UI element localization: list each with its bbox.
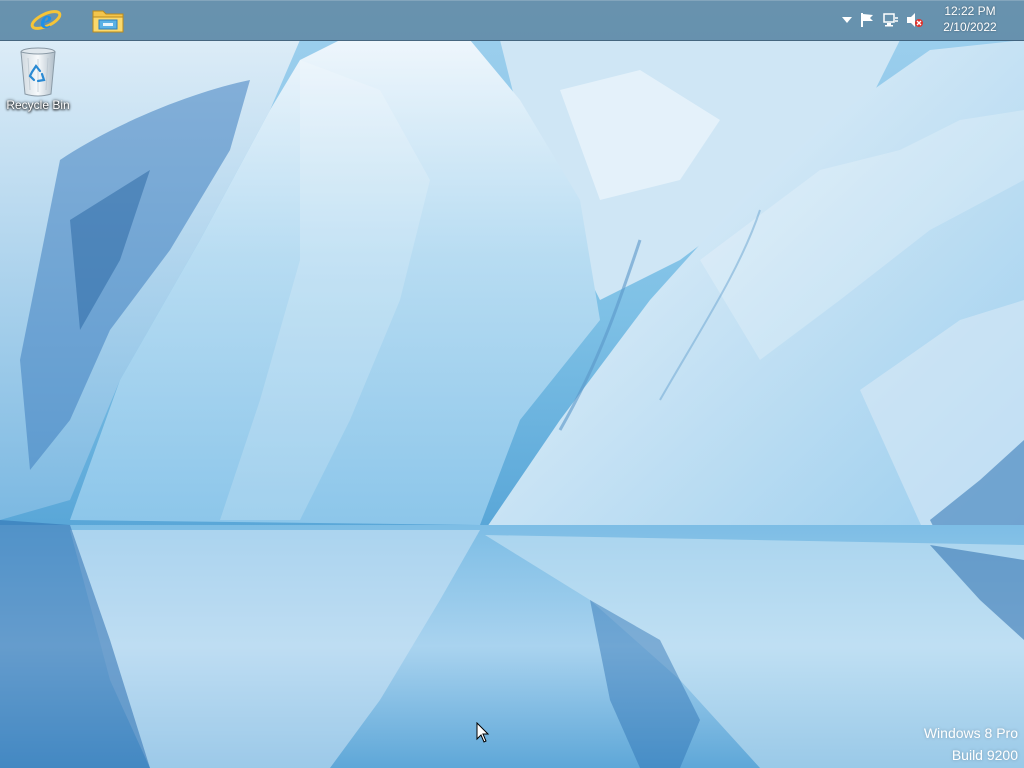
glacier-illustration (0, 40, 1024, 768)
windows-edition-watermark: Windows 8 Pro Build 9200 (924, 722, 1018, 766)
clock-date: 2/10/2022 (943, 20, 997, 34)
internet-explorer-button[interactable]: e (20, 0, 72, 40)
watermark-edition: Windows 8 Pro (923, 725, 1018, 741)
clock-time: 12:22 PM (944, 4, 996, 18)
show-hidden-icons-arrow-icon[interactable] (838, 11, 856, 29)
action-center-flag-icon[interactable] (858, 11, 876, 29)
watermark-build: Build 9200 (951, 747, 1018, 763)
desktop-wallpaper (0, 0, 1024, 768)
system-clock[interactable]: 12:22 PM 2/10/2022 (934, 3, 1006, 37)
volume-muted-icon[interactable] (906, 11, 924, 29)
recycle-bin-icon (20, 47, 56, 97)
network-icon[interactable] (882, 11, 900, 29)
mouse-pointer-icon (476, 722, 490, 743)
taskbar: e 12:22 PM 2/10/2022 (0, 0, 1024, 41)
internet-explorer-icon: e (30, 5, 62, 34)
file-explorer-button[interactable] (82, 0, 134, 40)
recycle-bin-label: Recycle Bin (6, 98, 70, 112)
desktop-icon-recycle-bin[interactable]: Recycle Bin (4, 46, 72, 120)
file-explorer-icon (92, 10, 124, 33)
system-tray: 12:22 PM 2/10/2022 (834, 0, 1024, 40)
svg-text:e: e (40, 5, 52, 34)
